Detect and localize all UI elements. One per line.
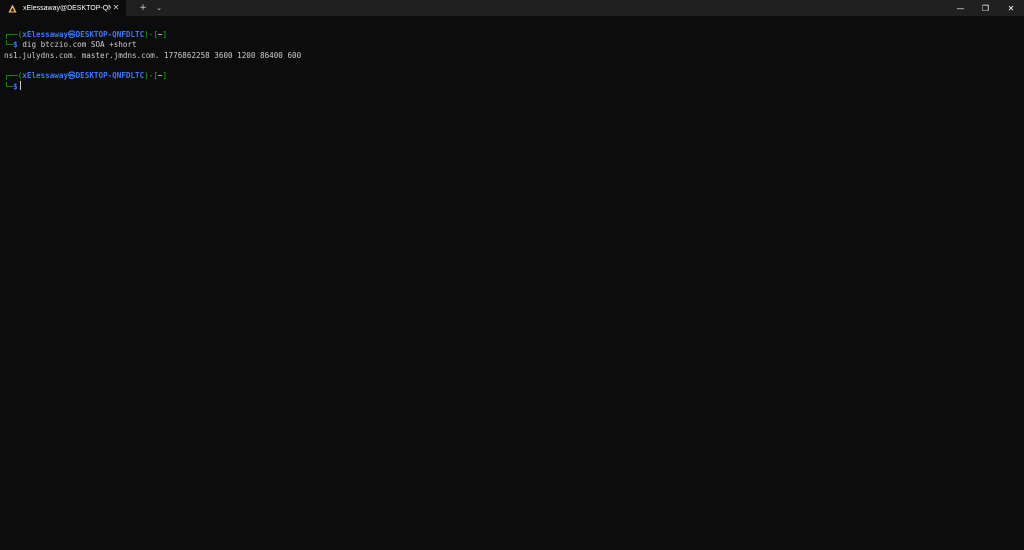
close-window-icon[interactable]: ✕ (998, 0, 1024, 16)
tab-active[interactable]: xElessaway@DESKTOP-QNFDI ✕ (0, 0, 126, 16)
restore-icon[interactable]: ❐ (973, 0, 998, 16)
prompt-line-top: ┌──(xElessaway㉿DESKTOP-QNFDLTC)-[~] (4, 71, 167, 81)
text-cursor (19, 81, 21, 90)
minimize-icon[interactable]: — (948, 0, 973, 16)
chevron-down-icon[interactable]: ⌄ (151, 0, 167, 16)
drag-region[interactable] (167, 0, 948, 16)
tab-close-icon[interactable]: ✕ (111, 3, 121, 13)
prompt-line-command: └─$ dig btczio.com SOA +short (4, 40, 137, 50)
command-text: dig btczio.com SOA +short (22, 40, 137, 49)
title-bar[interactable]: xElessaway@DESKTOP-QNFDI ✕ + ⌄ — ❐ ✕ (0, 0, 1024, 16)
prompt-bracket-end: ] (162, 71, 168, 80)
kali-logo-icon (8, 4, 17, 13)
terminal-window: xElessaway@DESKTOP-QNFDI ✕ + ⌄ — ❐ ✕ ┌──… (0, 0, 1024, 550)
command-output: ns1.julydns.com. master.jmdns.com. 17768… (4, 51, 301, 61)
prompt-corner-bottom: └─ (4, 40, 14, 49)
output-text: ns1.julydns.com. master.jmdns.com. 17768… (4, 51, 302, 60)
terminal-output-area[interactable]: ┌──(xElessaway㉿DESKTOP-QNFDLTC)-[~] └─$ … (0, 16, 1024, 550)
prompt-dollar: $ (13, 82, 18, 91)
prompt-line-top: ┌──(xElessaway㉿DESKTOP-QNFDLTC)-[~] (4, 30, 167, 40)
prompt-bracket: )-[ (144, 30, 158, 39)
prompt-line-input[interactable]: └─$ (4, 81, 21, 91)
tab-title: xElessaway@DESKTOP-QNFDI (23, 4, 111, 12)
prompt-corner-top: ┌──( (4, 71, 23, 80)
prompt-corner-bottom: └─ (4, 82, 14, 91)
prompt-user-host: xElessaway㉿DESKTOP-QNFDLTC (22, 30, 145, 39)
new-tab-plus-icon[interactable]: + (135, 0, 151, 16)
prompt-corner-top: ┌──( (4, 30, 23, 39)
prompt-bracket-end: ] (162, 30, 168, 39)
prompt-user-host: xElessaway㉿DESKTOP-QNFDLTC (22, 71, 145, 80)
prompt-bracket: )-[ (144, 71, 158, 80)
